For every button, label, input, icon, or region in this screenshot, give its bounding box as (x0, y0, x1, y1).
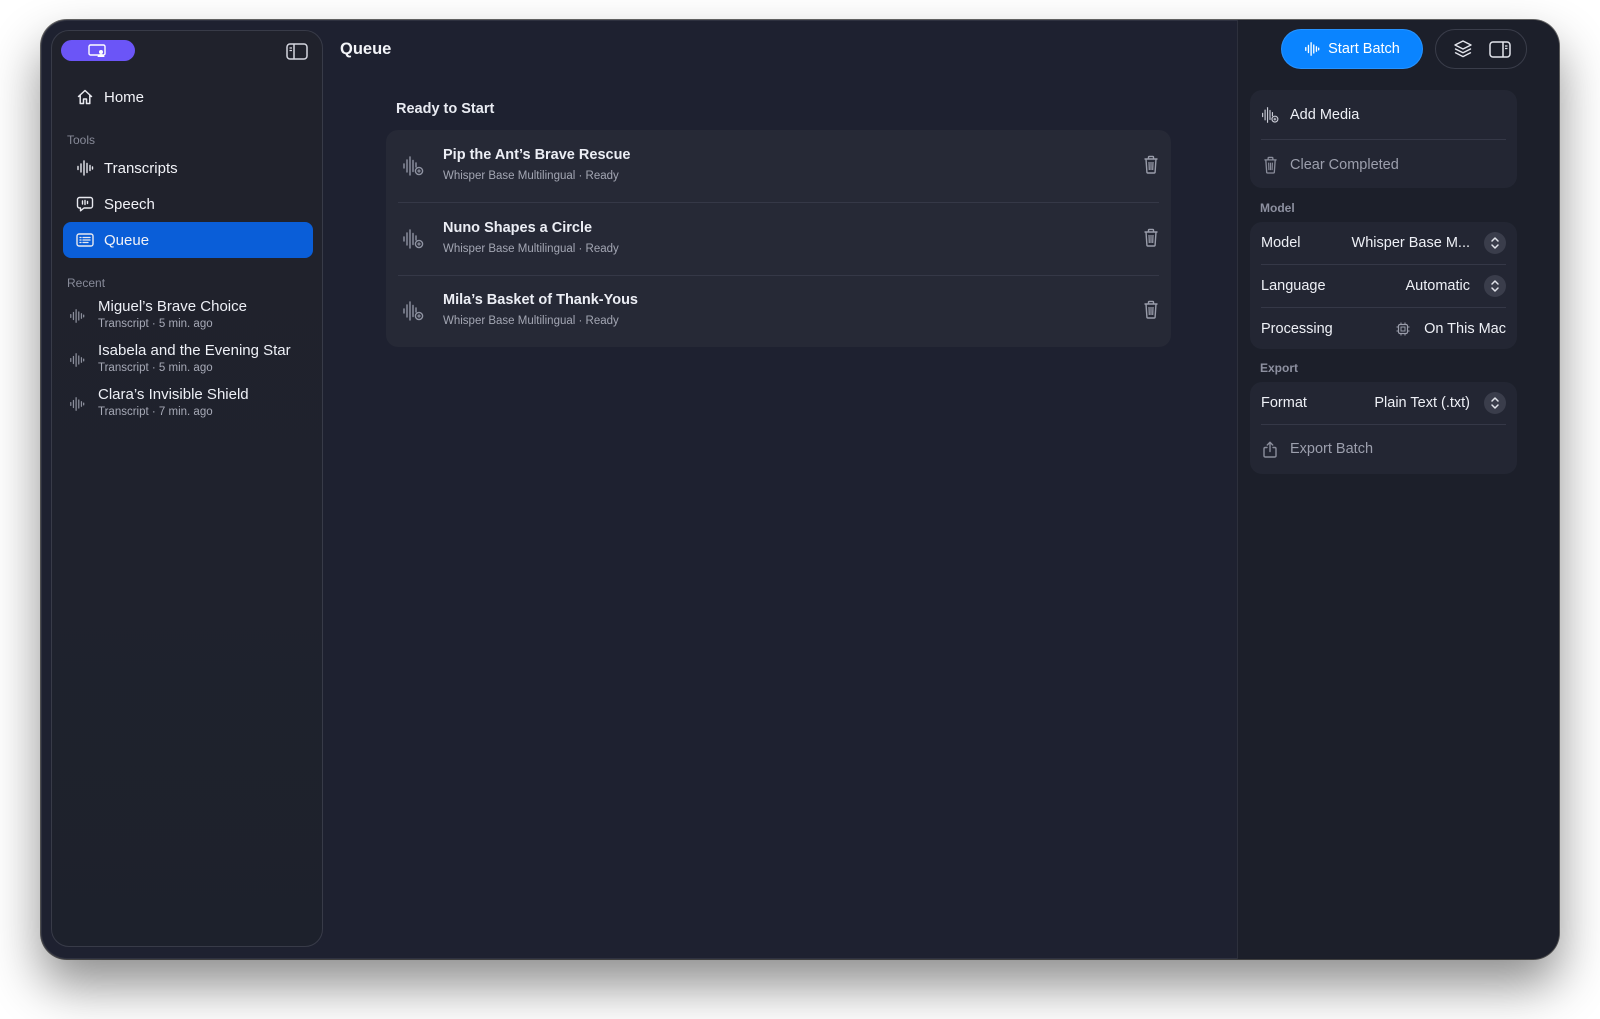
queue-list-icon (75, 230, 95, 250)
layers-icon[interactable] (1451, 38, 1475, 60)
start-batch-button[interactable]: Start Batch (1281, 29, 1423, 69)
toolbar-group (1435, 29, 1527, 69)
waveform-icon (1304, 41, 1320, 57)
speech-bubble-icon (75, 194, 95, 214)
processing-label: Processing (1261, 321, 1333, 337)
trash-icon[interactable] (1143, 228, 1159, 248)
sidebar-item-label: Speech (104, 195, 155, 213)
model-value: Whisper Base M... (1351, 235, 1470, 251)
waveform-add-icon (402, 228, 424, 250)
recent-item[interactable]: Clara’s Invisible Shield Transcript · 7 … (67, 386, 312, 422)
export-panel: Format Plain Text (.txt) Export Batch (1250, 382, 1517, 474)
panel-divider (1261, 139, 1506, 140)
trash-icon[interactable] (1143, 155, 1159, 175)
section-heading: Ready to Start (396, 101, 495, 117)
add-media-label: Add Media (1290, 107, 1360, 123)
format-label: Format (1261, 395, 1307, 411)
toggle-sidebar-button[interactable] (285, 41, 309, 61)
language-value: Automatic (1405, 278, 1470, 294)
sidebar-item-queue[interactable]: Queue (63, 222, 313, 258)
trash-icon[interactable] (1143, 300, 1159, 320)
sidebar-item-label: Home (104, 88, 145, 106)
panel-divider (1261, 424, 1506, 425)
recent-item-subtitle: Transcript · 5 min. ago (98, 318, 213, 330)
export-section-label: Export (1260, 361, 1299, 375)
language-select[interactable]: Language Automatic (1250, 265, 1517, 307)
recent-item-subtitle: Transcript · 7 min. ago (98, 406, 213, 418)
page-title: Queue (340, 40, 392, 58)
recent-item-title: Isabela and the Evening Star (98, 342, 291, 359)
model-label: Model (1261, 235, 1301, 251)
recent-item-subtitle: Transcript · 5 min. ago (98, 362, 213, 374)
export-batch-label: Export Batch (1290, 441, 1374, 457)
export-icon (1261, 440, 1279, 458)
waveform-add-icon (402, 155, 424, 177)
model-section-label: Model (1260, 201, 1295, 215)
sidebar: Home Tools Transcripts Speech Queue Rece… (51, 30, 323, 947)
recent-item[interactable]: Miguel’s Brave Choice Transcript · 5 min… (67, 298, 312, 334)
recent-item-title: Clara’s Invisible Shield (98, 386, 249, 403)
queue-item-title: Mila’s Basket of Thank-Yous (443, 292, 638, 308)
format-value: Plain Text (.txt) (1374, 395, 1470, 411)
waveform-add-icon (402, 300, 424, 322)
sidebar-item-home[interactable]: Home (63, 79, 313, 115)
actions-panel: Add Media Clear Completed (1250, 90, 1517, 188)
queue-item-title: Nuno Shapes a Circle (443, 220, 593, 236)
start-batch-label: Start Batch (1328, 41, 1400, 57)
waveform-icon (69, 352, 87, 370)
queue-item-status: Whisper Base Multilingual · Ready (443, 243, 619, 255)
sidebar-item-label: Queue (104, 231, 150, 249)
house-icon (75, 87, 95, 107)
queue-item[interactable]: Pip the Ant’s Brave Rescue Whisper Base … (386, 130, 1171, 202)
add-media-button[interactable]: Add Media (1250, 94, 1517, 136)
app-logo-icon (88, 43, 108, 58)
chevron-up-down-icon (1484, 232, 1506, 254)
recent-item[interactable]: Isabela and the Evening Star Transcript … (67, 342, 312, 378)
clear-completed-label: Clear Completed (1290, 157, 1399, 173)
waveform-add-icon (1261, 106, 1279, 124)
model-select[interactable]: Model Whisper Base M... (1250, 222, 1517, 264)
clear-completed-button[interactable]: Clear Completed (1250, 144, 1517, 186)
chevron-up-down-icon (1484, 275, 1506, 297)
waveform-icon (75, 158, 95, 178)
queue-item-status: Whisper Base Multilingual · Ready (443, 170, 619, 182)
model-panel: Model Whisper Base M... Language Automat… (1250, 222, 1517, 349)
format-select[interactable]: Format Plain Text (.txt) (1250, 382, 1517, 424)
queue-item-status: Whisper Base Multilingual · Ready (443, 315, 619, 327)
processing-value: On This Mac (1424, 321, 1506, 337)
queue-item[interactable]: Nuno Shapes a Circle Whisper Base Multil… (386, 203, 1171, 275)
app-window: Home Tools Transcripts Speech Queue Rece… (41, 20, 1559, 959)
processing-row[interactable]: Processing On This Mac (1250, 308, 1517, 350)
queue-item[interactable]: Mila’s Basket of Thank-Yous Whisper Base… (386, 275, 1171, 347)
sidebar-item-label: Transcripts (104, 159, 178, 177)
sidebar-item-speech[interactable]: Speech (63, 186, 313, 222)
recent-item-title: Miguel’s Brave Choice (98, 298, 247, 315)
inspector-panel: Start Batch Add Media Clear Completed Mo… (1237, 20, 1559, 959)
tools-section-label: Tools (67, 133, 96, 147)
app-badge[interactable] (61, 40, 135, 61)
recent-section-label: Recent (67, 276, 106, 290)
queue-item-title: Pip the Ant’s Brave Rescue (443, 147, 631, 163)
sidebar-left-icon (286, 42, 308, 60)
language-label: Language (1261, 278, 1326, 294)
queue-list: Pip the Ant’s Brave Rescue Whisper Base … (386, 130, 1171, 347)
sidebar-right-icon[interactable] (1488, 38, 1512, 60)
chevron-up-down-icon (1484, 392, 1506, 414)
sidebar-item-transcripts[interactable]: Transcripts (63, 150, 313, 186)
cpu-chip-icon (1396, 322, 1410, 336)
export-batch-button[interactable]: Export Batch (1250, 428, 1517, 470)
trash-icon (1261, 156, 1279, 174)
waveform-icon (69, 308, 87, 326)
waveform-icon (69, 396, 87, 414)
